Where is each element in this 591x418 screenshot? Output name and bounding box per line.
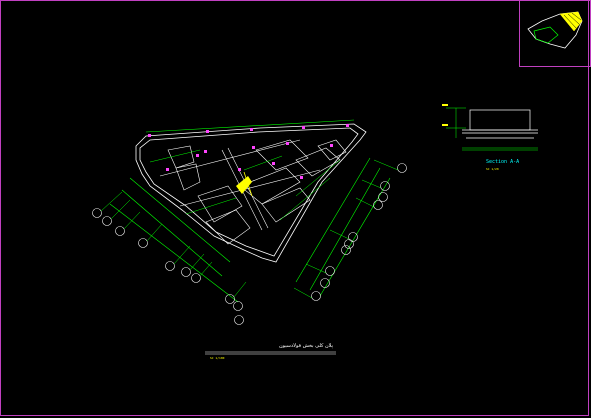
section-detail xyxy=(442,104,538,151)
drawing-title: پلان کلی بخش فولادسیون xyxy=(278,343,333,349)
highlight-element xyxy=(236,171,253,197)
section-title: Section A-A xyxy=(486,159,520,165)
section-scale: SC 1/20 xyxy=(486,167,499,171)
interior-walls xyxy=(159,139,347,245)
title-underline xyxy=(205,351,336,355)
plan-drawing[interactable] xyxy=(0,0,591,418)
cad-canvas[interactable]: پلان کلی بخش فولادسیون SC 1/100 Section … xyxy=(0,0,591,418)
magenta-markers xyxy=(148,124,349,179)
drawing-scale: SC 1/100 xyxy=(210,356,225,360)
